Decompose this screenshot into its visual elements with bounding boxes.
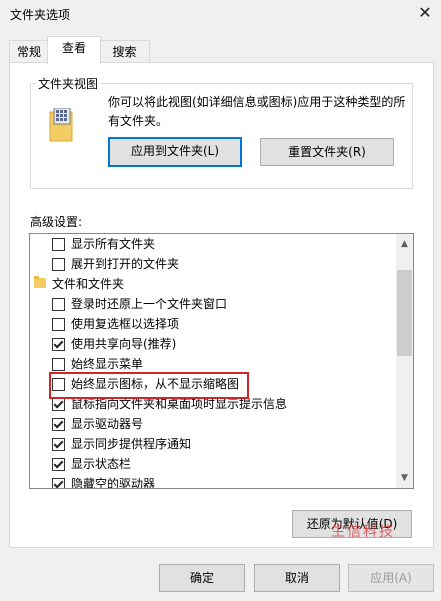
tab-general[interactable]: 常规 — [9, 40, 49, 63]
folder-icon — [34, 276, 46, 288]
tab-view[interactable]: 查看 — [47, 36, 101, 64]
scroll-up-icon[interactable]: ▲ — [396, 236, 413, 252]
apply-to-folders-button[interactable]: 应用到文件夹(L) — [108, 137, 242, 167]
reset-folders-button[interactable]: 重置文件夹(R) — [260, 138, 394, 166]
tab-search[interactable]: 搜索 — [99, 40, 150, 63]
checkbox[interactable] — [52, 458, 65, 471]
close-button[interactable]: ✕ — [412, 2, 438, 24]
selection-highlight — [49, 372, 249, 399]
folder-views-label: 文件夹视图 — [36, 75, 101, 92]
apply-button[interactable]: 应用(A) — [348, 564, 434, 592]
checkbox[interactable] — [52, 258, 65, 271]
scroll-down-icon[interactable]: ▼ — [396, 470, 413, 486]
advanced-settings-label: 高级设置: — [30, 215, 83, 229]
checkbox[interactable] — [52, 478, 65, 488]
checkbox[interactable] — [52, 298, 65, 311]
checkbox[interactable] — [52, 398, 65, 411]
folder-view-icon — [49, 108, 73, 142]
advanced-settings-list[interactable]: 显示所有文件夹 展开到打开的文件夹 文件和文件夹 登录时还原上一个文件夹窗口 使… — [29, 233, 414, 489]
list-scrollbar[interactable]: ▲ ▼ — [396, 234, 413, 488]
checkbox[interactable] — [52, 418, 65, 431]
close-icon: ✕ — [418, 3, 432, 22]
checkbox[interactable] — [52, 338, 65, 351]
window-title: 文件夹选项 — [10, 8, 71, 22]
ok-button[interactable]: 确定 — [159, 564, 245, 592]
checkbox[interactable] — [52, 438, 65, 451]
folder-views-description: 你可以将此视图(如详细信息或图标)应用于这种类型的所有文件夹。 — [108, 95, 406, 128]
checkbox[interactable] — [52, 358, 65, 371]
watermark: 生信科技 — [331, 524, 395, 540]
cancel-button[interactable]: 取消 — [254, 564, 340, 592]
checkbox[interactable] — [52, 238, 65, 251]
scrollbar-thumb[interactable] — [397, 270, 412, 356]
checkbox[interactable] — [52, 318, 65, 331]
